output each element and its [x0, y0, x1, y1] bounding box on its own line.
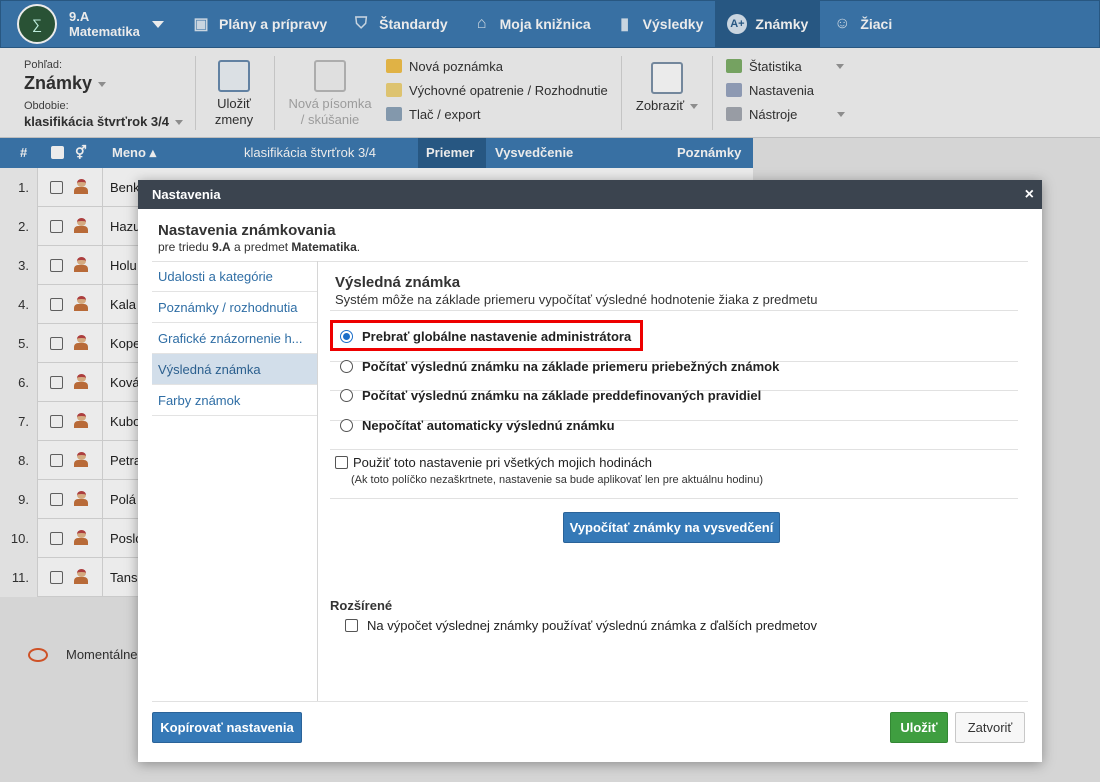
sidebar-item-final-grade[interactable]: Výsledná známka: [152, 354, 317, 385]
section-subtitle: Systém môže na základe priemeru vypočíta…: [335, 292, 818, 307]
radio-unselected[interactable]: [340, 419, 353, 432]
dialog-header: Nastavenia ×: [138, 180, 1042, 209]
sidebar-item-events[interactable]: Udalosti a kategórie: [152, 261, 317, 292]
settings-sidebar: Udalosti a kategórie Poznámky / rozhodnu…: [152, 261, 318, 701]
advanced-option[interactable]: Na výpočet výslednej známky používať výs…: [345, 618, 817, 633]
settings-subtitle: pre triedu 9.A a predmet Matematika.: [158, 240, 361, 254]
settings-title: Nastavenia známkovania: [158, 222, 336, 239]
calculate-grades-button[interactable]: Vypočítať známky na vysvedčení: [563, 512, 780, 543]
option-average[interactable]: Počítať výslednú známku na základe priem…: [340, 359, 779, 374]
option-none[interactable]: Nepočítať automaticky výslednú známku: [340, 418, 615, 433]
divider: [330, 310, 1018, 311]
option-rules[interactable]: Počítať výslednú známku na základe predd…: [340, 388, 761, 403]
close-icon[interactable]: ×: [1025, 180, 1034, 209]
close-button[interactable]: Zatvoriť: [955, 712, 1025, 743]
save-button[interactable]: Uložiť: [890, 712, 948, 743]
apply-all-note: (Ak toto políčko nezaškrtnete, nastaveni…: [351, 474, 763, 486]
advanced-checkbox[interactable]: [345, 619, 358, 632]
radio-unselected[interactable]: [340, 360, 353, 373]
sidebar-item-notes[interactable]: Poznámky / rozhodnutia: [152, 292, 317, 323]
divider: [330, 449, 1018, 450]
copy-settings-button[interactable]: Kopírovať nastavenia: [152, 712, 302, 743]
radio-unselected[interactable]: [340, 389, 353, 402]
dialog-title: Nastavenia: [152, 187, 221, 202]
divider: [330, 498, 1018, 499]
sidebar-item-grade-colors[interactable]: Farby známok: [152, 385, 317, 416]
sidebar-item-graphic[interactable]: Grafické znázornenie h...: [152, 323, 317, 354]
radio-selected[interactable]: [340, 330, 353, 343]
section-title: Výsledná známka: [335, 274, 461, 291]
apply-all-option[interactable]: Použiť toto nastavenie pri všetkých moji…: [335, 455, 652, 470]
apply-all-checkbox[interactable]: [335, 456, 348, 469]
settings-content: Výsledná známka Systém môže na základe p…: [318, 261, 1038, 701]
option-global[interactable]: Prebrať globálne nastavenie administráto…: [340, 329, 631, 344]
settings-dialog: Nastavenia × Nastavenia známkovania pre …: [138, 180, 1042, 762]
divider: [152, 701, 1028, 702]
advanced-title: Rozšírené: [330, 598, 393, 613]
